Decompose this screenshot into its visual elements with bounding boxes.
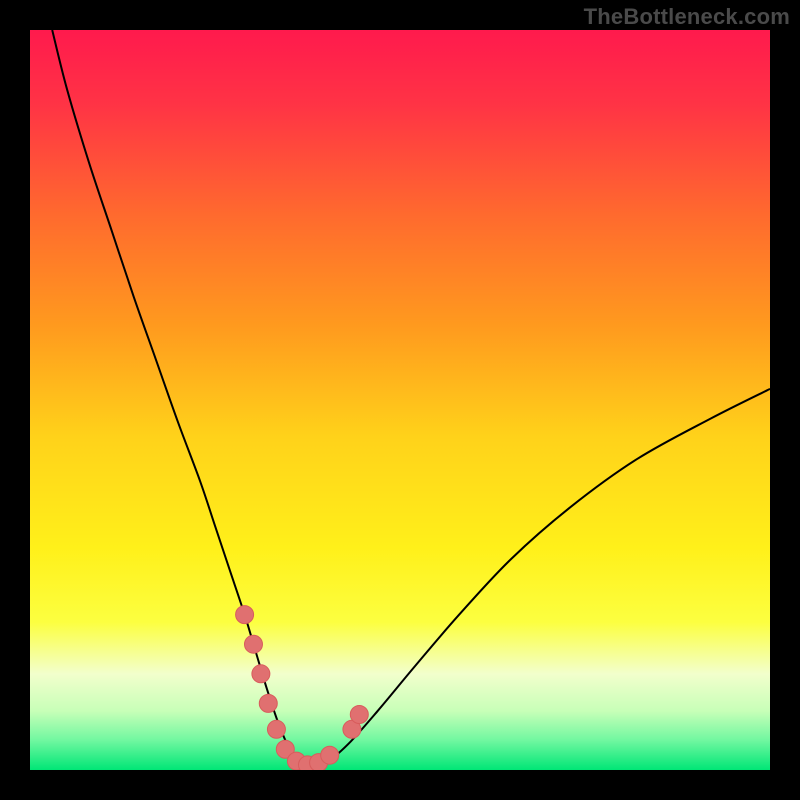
highlight-marker xyxy=(267,720,285,738)
highlight-marker xyxy=(244,635,262,653)
highlight-marker xyxy=(252,665,270,683)
chart-frame: TheBottleneck.com xyxy=(0,0,800,800)
highlight-marker xyxy=(350,706,368,724)
watermark-label: TheBottleneck.com xyxy=(584,4,790,30)
gradient-background xyxy=(30,30,770,770)
plot-area xyxy=(30,30,770,770)
highlight-marker xyxy=(321,746,339,764)
highlight-marker xyxy=(259,694,277,712)
bottleneck-chart xyxy=(30,30,770,770)
highlight-marker xyxy=(236,606,254,624)
